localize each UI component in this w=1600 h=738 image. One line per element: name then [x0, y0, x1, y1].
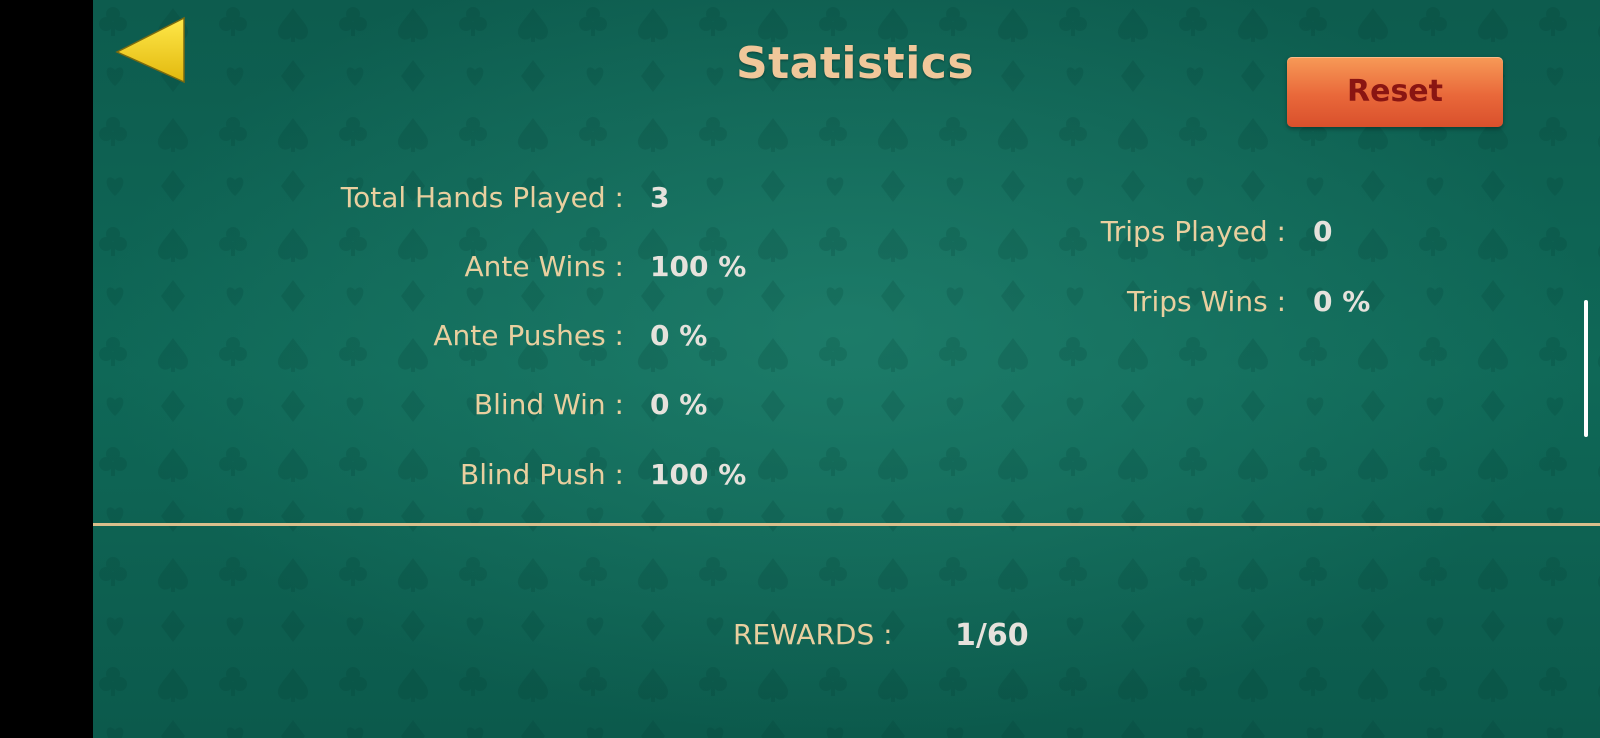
section-divider [93, 523, 1600, 526]
stat-value: 0 % [650, 319, 708, 352]
stat-label: Ante Pushes : [433, 319, 624, 352]
left-black-bar [0, 0, 93, 738]
scrollbar[interactable] [1584, 300, 1588, 437]
rewards-value: 1/60 [955, 618, 1029, 653]
stat-label: Trips Wins : [1126, 285, 1286, 318]
stat-value: 0 % [1313, 285, 1371, 318]
statistics-screen: Statistics Reset Total Hands Played : 3 … [0, 0, 1600, 738]
stat-value: 0 [1313, 215, 1333, 248]
stat-value: 0 % [650, 388, 708, 421]
stat-value: 100 % [650, 250, 747, 283]
rewards-label: REWARDS : [733, 618, 893, 651]
stat-label: Blind Win : [473, 388, 624, 421]
stat-label: Total Hands Played : [340, 181, 624, 214]
stat-value: 3 [650, 181, 670, 214]
stat-label: Ante Wins : [464, 250, 624, 283]
stat-label: Trips Played : [1100, 215, 1286, 248]
stat-label: Blind Push : [460, 458, 624, 491]
reset-button[interactable]: Reset [1287, 57, 1503, 127]
stat-value: 100 % [650, 458, 747, 491]
